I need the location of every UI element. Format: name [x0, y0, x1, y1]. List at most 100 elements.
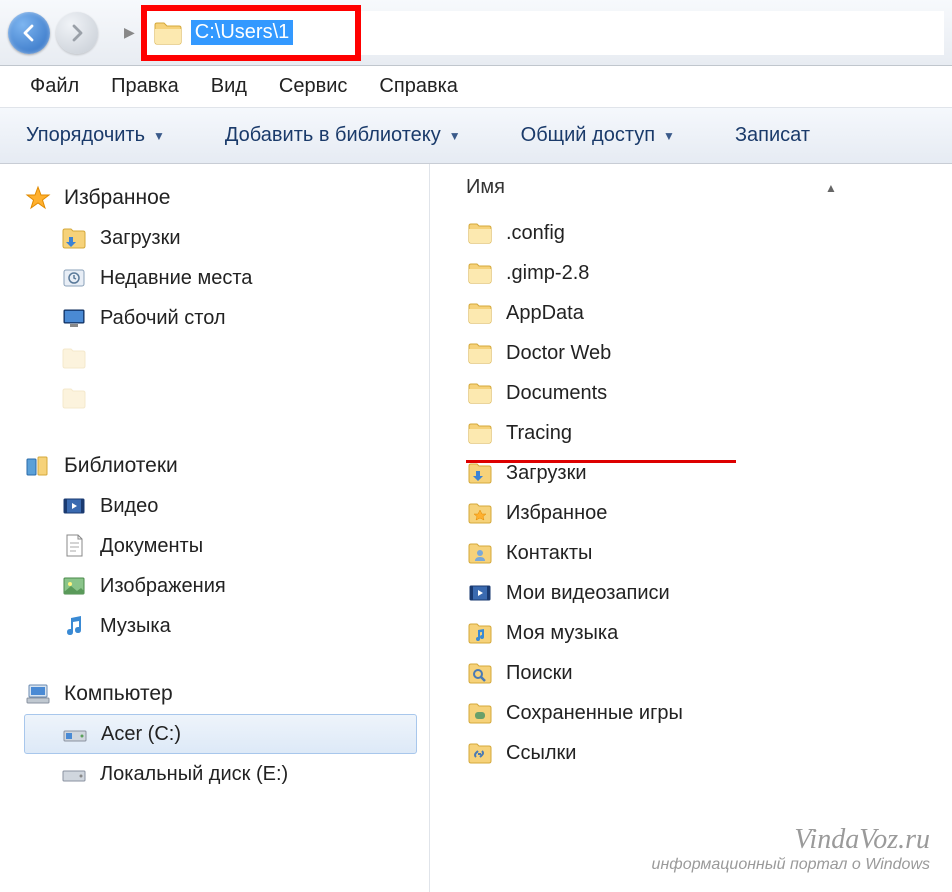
arrow-right-icon [67, 23, 87, 43]
sidebar-item-label: Недавние места [100, 267, 252, 290]
file-item[interactable]: Избранное [466, 493, 952, 533]
sidebar-favorites[interactable]: Избранное [24, 178, 429, 218]
toolbar-share[interactable]: Общий доступ ▼ [521, 124, 675, 147]
file-item-label: Моя музыка [506, 622, 618, 645]
arrow-left-icon [19, 23, 39, 43]
sidebar-pictures[interactable]: Изображения [24, 566, 429, 606]
menu-edit[interactable]: Правка [111, 75, 179, 98]
folder-icon [466, 379, 494, 407]
sidebar-video[interactable]: Видео [24, 486, 429, 526]
sidebar-item-label: Загрузки [100, 227, 181, 250]
sidebar-hidden-item[interactable] [24, 338, 429, 378]
red-underline-annotation [466, 460, 736, 463]
folder-icon [466, 619, 494, 647]
sidebar-libraries[interactable]: Библиотеки [24, 446, 429, 486]
address-path: C:\Users\1 [191, 20, 293, 45]
file-item-label: Tracing [506, 422, 572, 445]
sort-indicator-icon: ▲ [825, 181, 837, 195]
folder-icon [466, 339, 494, 367]
address-highlight-annotation: C:\Users\1 [141, 5, 361, 61]
sidebar-desktop[interactable]: Рабочий стол [24, 298, 429, 338]
pictures-icon [60, 572, 88, 600]
toolbar-add-library[interactable]: Добавить в библиотеку ▼ [225, 124, 461, 147]
file-item[interactable]: AppData [466, 293, 952, 333]
folder-icon [153, 20, 183, 46]
sidebar-item-label: Локальный диск (E:) [100, 763, 288, 786]
toolbar-burn-label: Записат [735, 124, 810, 147]
file-item[interactable]: Загрузки [466, 453, 952, 493]
computer-group: Компьютер Acer (C:) Локальный диск (E:) [24, 674, 429, 794]
chevron-down-icon: ▼ [663, 129, 675, 143]
computer-icon [24, 680, 52, 708]
favorites-group: Избранное Загрузки Недавние места Рабочи… [24, 178, 429, 418]
file-item[interactable]: Моя музыка [466, 613, 952, 653]
watermark-site: VindaVoz.ru [652, 824, 930, 856]
document-icon [60, 532, 88, 560]
video-icon [60, 492, 88, 520]
sidebar-item-label: Избранное [64, 186, 170, 210]
file-item-label: Избранное [506, 502, 607, 525]
folder-icon [466, 539, 494, 567]
folder-icon [466, 739, 494, 767]
file-item[interactable]: Ссылки [466, 733, 952, 773]
desktop-icon [60, 304, 88, 332]
file-item[interactable]: Мои видеозаписи [466, 573, 952, 613]
sidebar-downloads[interactable]: Загрузки [24, 218, 429, 258]
chevron-right-icon: ▶ [124, 24, 135, 41]
sidebar-item-label: Документы [100, 535, 203, 558]
file-item[interactable]: Сохраненные игры [466, 693, 952, 733]
sidebar-drive-c[interactable]: Acer (C:) [24, 714, 417, 754]
menu-help[interactable]: Справка [379, 75, 457, 98]
file-item-label: Сохраненные игры [506, 702, 683, 725]
file-item[interactable]: .config [466, 213, 952, 253]
sidebar-computer[interactable]: Компьютер [24, 674, 429, 714]
address-bar-rest[interactable] [361, 11, 944, 55]
sidebar-item-label: Acer (C:) [101, 723, 181, 746]
sidebar-recent[interactable]: Недавние места [24, 258, 429, 298]
chevron-down-icon: ▼ [153, 129, 165, 143]
file-item-label: .config [506, 222, 565, 245]
file-list-pane: Имя ▲ .config .gimp-2.8AppDataDoctor Web D… [430, 164, 952, 892]
music-icon [60, 612, 88, 640]
toolbar-add-library-label: Добавить в библиотеку [225, 124, 441, 147]
file-list: .config .gimp-2.8AppDataDoctor Web Documen… [466, 213, 952, 773]
sidebar-hidden-item[interactable] [24, 378, 429, 418]
forward-button[interactable] [56, 12, 98, 54]
libraries-icon [24, 452, 52, 480]
file-item[interactable]: Doctor Web [466, 333, 952, 373]
sidebar-item-label: Изображения [100, 575, 226, 598]
file-item-label: Загрузки [506, 462, 587, 485]
file-item[interactable]: .gimp-2.8 [466, 253, 952, 293]
sidebar-documents[interactable]: Документы [24, 526, 429, 566]
folder-icon [60, 344, 88, 372]
sidebar-item-label: Видео [100, 495, 158, 518]
sidebar-music[interactable]: Музыка [24, 606, 429, 646]
file-item[interactable]: Контакты [466, 533, 952, 573]
menu-file[interactable]: Файл [30, 75, 79, 98]
sidebar-drive-e[interactable]: Локальный диск (E:) [24, 754, 429, 794]
chevron-down-icon: ▼ [449, 129, 461, 143]
folder-icon [466, 579, 494, 607]
star-icon [24, 184, 52, 212]
sidebar-item-label: Рабочий стол [100, 307, 226, 330]
menu-view[interactable]: Вид [211, 75, 247, 98]
toolbar-share-label: Общий доступ [521, 124, 655, 147]
file-item-label: Мои видеозаписи [506, 582, 670, 605]
toolbar-burn[interactable]: Записат [735, 124, 810, 147]
address-bar[interactable]: ▶ C:\Users\1 [118, 5, 944, 61]
folder-icon [466, 659, 494, 687]
watermark-tagline: информационный портал о Windows [652, 856, 930, 874]
toolbar-organize[interactable]: Упорядочить ▼ [26, 124, 165, 147]
column-header-name[interactable]: Имя ▲ [466, 176, 952, 199]
menu-service[interactable]: Сервис [279, 75, 348, 98]
file-item-label: Контакты [506, 542, 592, 565]
toolbar-organize-label: Упорядочить [26, 124, 145, 147]
column-name-label: Имя [466, 176, 505, 199]
file-item-label: Documents [506, 382, 607, 405]
back-button[interactable] [8, 12, 50, 54]
file-item[interactable]: Поиски [466, 653, 952, 693]
folder-icon [60, 384, 88, 412]
file-item[interactable]: Documents [466, 373, 952, 413]
file-item[interactable]: Tracing [466, 413, 952, 453]
file-item-label: Ссылки [506, 742, 576, 765]
